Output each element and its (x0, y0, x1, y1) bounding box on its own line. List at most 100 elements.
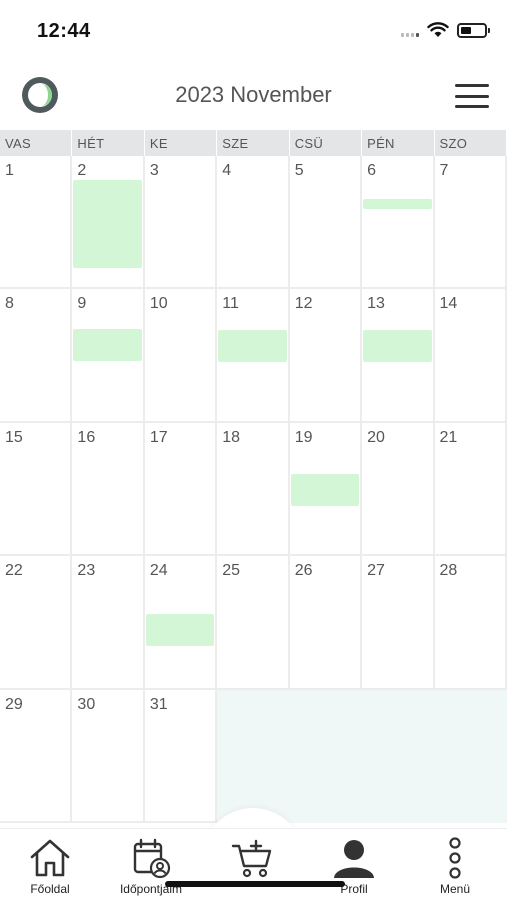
day-cell[interactable]: 15 (0, 422, 73, 557)
weekday-label: SZO (435, 130, 507, 156)
day-cell[interactable]: 12 (289, 289, 363, 423)
day-cell[interactable]: 18 (217, 422, 290, 557)
day-number: 12 (294, 295, 313, 313)
cart-plus-icon (231, 839, 272, 878)
day-number: 19 (294, 428, 313, 446)
day-number: 23 (77, 562, 96, 580)
weekday-label: HÉT (72, 130, 145, 156)
appointment-block[interactable] (73, 329, 142, 362)
home-icon (30, 839, 70, 877)
day-number: 25 (222, 562, 241, 580)
day-number: 18 (222, 428, 241, 446)
home-indicator[interactable] (165, 881, 345, 887)
tab-home[interactable]: Főoldal (0, 829, 100, 900)
tab-menu[interactable]: Menü (405, 829, 505, 900)
month-calendar: VAS HÉT KE SZE CSÜ PÉN SZO 1 2 3 4 5 6 7… (0, 130, 507, 823)
weekday-label: VAS (0, 130, 73, 156)
day-number: 15 (5, 428, 23, 446)
empty-day-cell (217, 689, 290, 823)
weekday-label: CSÜ (290, 130, 363, 156)
day-cell[interactable]: 30 (72, 689, 145, 823)
appointment-block[interactable] (145, 614, 215, 647)
day-cell[interactable]: 28 (434, 556, 507, 690)
day-number: 10 (149, 295, 168, 313)
day-cell[interactable]: 9 (72, 289, 145, 423)
day-number: 28 (439, 562, 458, 580)
day-number: 14 (439, 295, 458, 313)
day-number: 4 (222, 162, 232, 179)
day-number: 29 (5, 695, 23, 713)
day-cell[interactable]: 29 (0, 689, 73, 823)
day-number: 5 (294, 162, 304, 179)
tab-label: Főoldal (30, 882, 70, 896)
day-number: 20 (367, 428, 385, 446)
battery-icon (457, 22, 490, 38)
empty-day-cell (289, 689, 363, 823)
day-cell[interactable]: 8 (0, 289, 73, 423)
more-vertical-icon (449, 837, 461, 879)
appointment-block[interactable] (290, 473, 360, 506)
bottom-tab-bar: Főoldal Időpontjaim Profil Menü (0, 828, 507, 900)
day-cell[interactable]: 10 (144, 289, 218, 423)
empty-day-cell (362, 689, 435, 823)
day-number: 24 (149, 562, 168, 580)
day-cell[interactable]: 25 (217, 556, 290, 690)
day-cell[interactable]: 6 (362, 156, 435, 290)
weekday-header-row: VAS HÉT KE SZE CSÜ PÉN SZO (0, 130, 507, 156)
day-cell[interactable]: 11 (217, 289, 290, 423)
page-title: 2023 November (175, 82, 332, 107)
day-cell[interactable]: 27 (362, 556, 435, 690)
day-cell[interactable]: 22 (0, 556, 73, 690)
tab-profile[interactable]: Profil (304, 829, 404, 900)
day-cell[interactable]: 5 (289, 156, 363, 290)
day-cell[interactable]: 17 (144, 422, 218, 557)
appointment-block[interactable] (73, 180, 142, 268)
day-cell[interactable]: 7 (434, 156, 507, 290)
day-number: 30 (77, 695, 96, 713)
day-number: 11 (222, 295, 239, 313)
day-number: 22 (5, 562, 23, 580)
day-number: 13 (367, 295, 385, 313)
day-number: 9 (77, 295, 87, 313)
weekday-label: KE (145, 130, 218, 156)
day-number: 6 (367, 162, 377, 179)
day-number: 8 (5, 295, 14, 313)
day-cell[interactable]: 13 (362, 289, 435, 423)
day-number: 2 (77, 162, 87, 179)
wifi-icon (427, 22, 449, 37)
status-icons (401, 22, 490, 38)
weekday-label: SZE (217, 130, 290, 156)
appointment-block[interactable] (218, 330, 287, 363)
appointment-block[interactable] (363, 199, 432, 209)
day-number: 31 (149, 695, 168, 713)
hamburger-menu-icon[interactable] (455, 84, 489, 108)
day-cell[interactable]: 26 (289, 556, 363, 690)
day-cell[interactable]: 2 (72, 156, 145, 290)
day-cell[interactable]: 24 (144, 556, 218, 690)
tab-appointments[interactable]: Időpontjaim (101, 829, 201, 900)
app-header: 2023 November (0, 62, 507, 130)
day-cell[interactable]: 21 (434, 422, 507, 557)
day-number: 16 (77, 428, 96, 446)
signal-icon (401, 23, 419, 37)
day-grid: 1 2 3 4 5 6 7 8 9 10 11 12 13 14 15 16 1… (0, 156, 507, 823)
day-cell[interactable]: 23 (72, 556, 145, 690)
day-number: 26 (294, 562, 313, 580)
day-cell[interactable]: 31 (144, 689, 218, 823)
appointment-block[interactable] (363, 330, 432, 363)
day-cell[interactable]: 4 (217, 156, 290, 290)
day-number: 27 (367, 562, 385, 580)
tab-cart[interactable] (203, 829, 303, 900)
status-bar: 12:44 (0, 0, 507, 62)
day-cell[interactable]: 16 (72, 422, 145, 557)
day-cell[interactable]: 14 (434, 289, 507, 423)
status-time: 12:44 (37, 20, 91, 42)
empty-day-cell (434, 689, 507, 823)
day-cell[interactable]: 3 (144, 156, 218, 290)
day-cell[interactable]: 20 (362, 422, 435, 557)
user-icon (334, 840, 374, 878)
weekday-label: PÉN (362, 130, 435, 156)
day-number: 7 (439, 162, 449, 179)
day-cell[interactable]: 1 (0, 156, 73, 290)
day-cell[interactable]: 19 (289, 422, 363, 557)
